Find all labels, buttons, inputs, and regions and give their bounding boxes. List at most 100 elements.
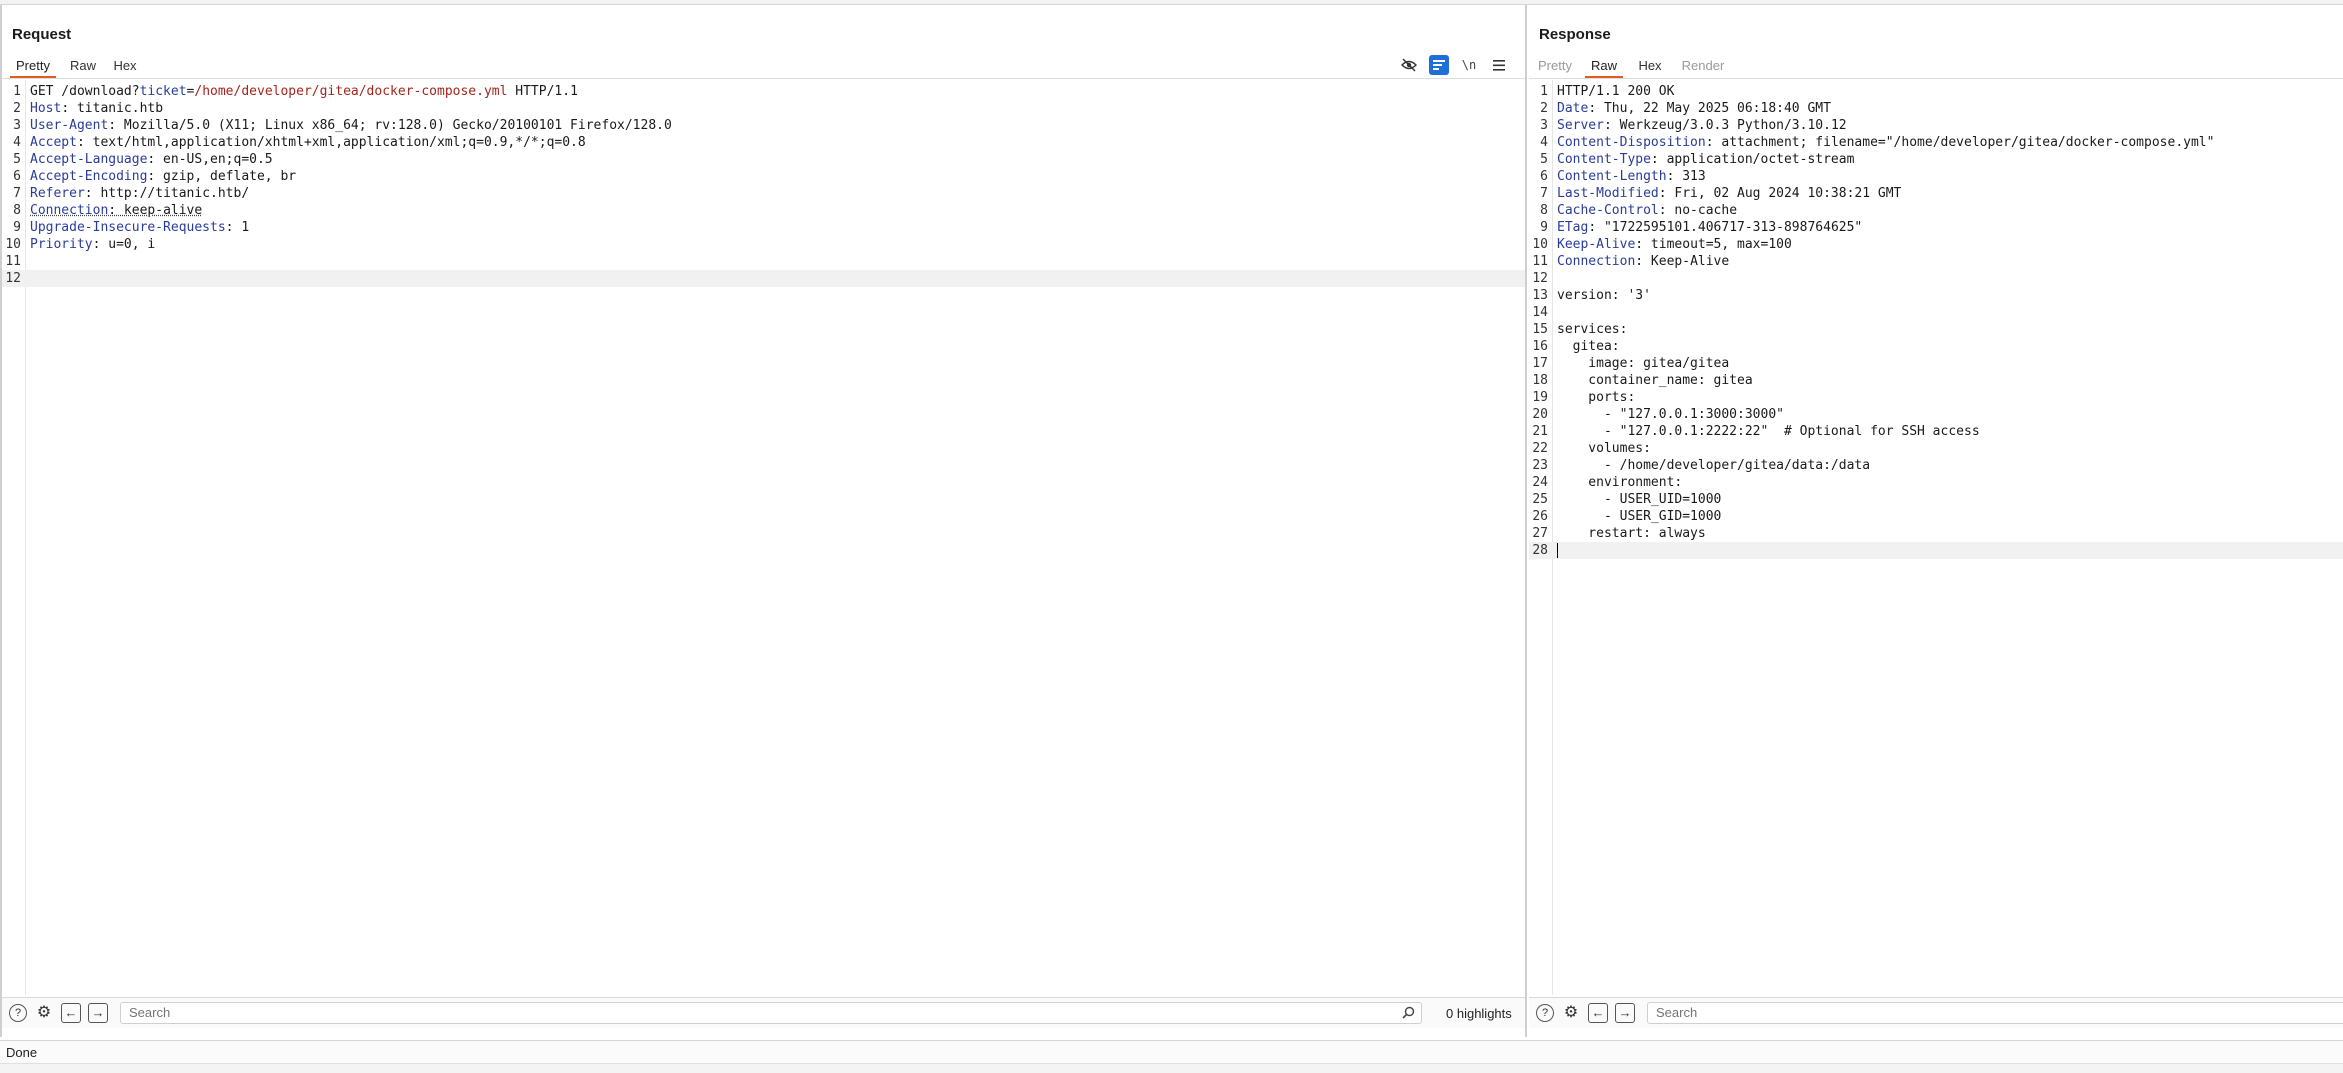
line-number: 13 bbox=[1532, 288, 1548, 303]
response-line[interactable]: 21 - "127.0.0.1:2222:22" # Optional for … bbox=[1529, 423, 2343, 440]
line-number: 26 bbox=[1532, 509, 1548, 524]
line-number: 8 bbox=[13, 203, 21, 218]
gear-icon[interactable]: ⚙ bbox=[35, 1004, 53, 1022]
line-number: 11 bbox=[1532, 254, 1548, 269]
line-number: 22 bbox=[1532, 441, 1548, 456]
request-search-input[interactable] bbox=[129, 1005, 1292, 1020]
line-number: 12 bbox=[5, 271, 21, 286]
response-line[interactable]: 8 Cache-Control: no-cache bbox=[1529, 202, 2343, 219]
request-editor[interactable]: 1 GET /download?ticket=/home/developer/gi… bbox=[2, 80, 1525, 995]
request-line[interactable]: 1 GET /download?ticket=/home/developer/gi… bbox=[2, 83, 1525, 100]
response-line[interactable]: 5 Content-Type: application/octet-stream bbox=[1529, 151, 2343, 168]
wrap-lines-icon[interactable] bbox=[1429, 55, 1449, 75]
response-line[interactable]: 9 ETag: "1722595101.406717-313-898764625" bbox=[1529, 219, 2343, 236]
response-line[interactable]: 17 image: gitea/gitea bbox=[1529, 355, 2343, 372]
response-search-box[interactable] bbox=[1647, 1002, 2343, 1024]
response-line[interactable]: 22 volumes: bbox=[1529, 440, 2343, 457]
response-editor[interactable]: 1 HTTP/1.1 200 OK 2 Date: Thu, 22 May 2025 … bbox=[1529, 80, 2343, 995]
request-line[interactable]: 9 Upgrade-Insecure-Requests: 1 bbox=[2, 219, 1525, 236]
response-line[interactable]: 10 Keep-Alive: timeout=5, max=100 bbox=[1529, 236, 2343, 253]
response-line[interactable]: 25 - USER_UID=1000 bbox=[1529, 491, 2343, 508]
help-icon[interactable]: ? bbox=[1536, 1004, 1554, 1022]
request-line[interactable]: 12 bbox=[2, 270, 1525, 287]
line-number: 1 bbox=[1540, 84, 1548, 99]
response-tab-hex[interactable]: Hex bbox=[1635, 54, 1665, 78]
line-number: 21 bbox=[1532, 424, 1548, 439]
line-text: - "127.0.0.1:3000:3000" bbox=[1557, 407, 1784, 422]
response-line[interactable]: 1 HTTP/1.1 200 OK bbox=[1529, 83, 2343, 100]
forward-arrow-icon[interactable]: → bbox=[88, 1003, 108, 1023]
request-search-box[interactable] bbox=[120, 1002, 1422, 1024]
line-text: - "127.0.0.1:2222:22" # Optional for SSH… bbox=[1557, 424, 1980, 439]
response-line[interactable]: 12 bbox=[1529, 270, 2343, 287]
request-tab-hex[interactable]: Hex bbox=[110, 54, 140, 78]
line-text: services: bbox=[1557, 322, 1628, 337]
response-line[interactable]: 2 Date: Thu, 22 May 2025 06:18:40 GMT bbox=[1529, 100, 2343, 117]
request-line[interactable]: 10 Priority: u=0, i bbox=[2, 236, 1525, 253]
request-tab-pretty[interactable]: Pretty bbox=[10, 54, 56, 78]
request-line[interactable]: 3 User-Agent: Mozilla/5.0 (X11; Linux x86… bbox=[2, 117, 1525, 134]
back-arrow-icon[interactable]: ← bbox=[61, 1003, 81, 1023]
request-tab-raw[interactable]: Raw bbox=[68, 54, 98, 78]
request-line[interactable]: 11 bbox=[2, 253, 1525, 270]
response-tab-pretty[interactable]: Pretty bbox=[1537, 54, 1573, 78]
response-line[interactable]: 16 gitea: bbox=[1529, 338, 2343, 355]
line-number: 2 bbox=[13, 101, 21, 116]
line-text: environment: bbox=[1557, 475, 1683, 490]
response-line[interactable]: 7 Last-Modified: Fri, 02 Aug 2024 10:38:2… bbox=[1529, 185, 2343, 202]
back-arrow-icon[interactable]: ← bbox=[1588, 1003, 1608, 1023]
response-search-input[interactable] bbox=[1656, 1005, 2277, 1020]
request-line[interactable]: 2 Host: titanic.htb bbox=[2, 100, 1525, 117]
request-line[interactable]: 4 Accept: text/html,application/xhtml+xml… bbox=[2, 134, 1525, 151]
response-line[interactable]: 13 version: '3' bbox=[1529, 287, 2343, 304]
response-line[interactable]: 4 Content-Disposition: attachment; filena… bbox=[1529, 134, 2343, 151]
response-pane: Response Pretty Raw Hex Render 1 HTTP/1.1… bbox=[1529, 5, 2343, 1037]
newline-toggle[interactable]: \n bbox=[1459, 55, 1479, 75]
line-text: volumes: bbox=[1557, 441, 1651, 456]
line-text: Host: titanic.htb bbox=[30, 101, 164, 116]
line-text: Priority: u=0, i bbox=[30, 237, 156, 252]
response-line[interactable]: 28 bbox=[1529, 542, 2343, 559]
response-title: Response bbox=[1539, 26, 1611, 43]
request-line[interactable]: 6 Accept-Encoding: gzip, deflate, br bbox=[2, 168, 1525, 185]
response-line[interactable]: 11 Connection: Keep-Alive bbox=[1529, 253, 2343, 270]
line-number: 6 bbox=[1540, 169, 1548, 184]
request-lines: 1 GET /download?ticket=/home/developer/gi… bbox=[2, 83, 1525, 287]
request-line[interactable]: 8 Connection: keep-alive bbox=[2, 202, 1525, 219]
request-line[interactable]: 5 Accept-Language: en-US,en;q=0.5 bbox=[2, 151, 1525, 168]
line-text: Date: Thu, 22 May 2025 06:18:40 GMT bbox=[1557, 101, 1831, 116]
response-tabs: Pretty Raw Hex Render bbox=[1537, 54, 1727, 78]
response-line[interactable]: 19 ports: bbox=[1529, 389, 2343, 406]
gear-icon[interactable]: ⚙ bbox=[1562, 1004, 1580, 1022]
line-number: 24 bbox=[1532, 475, 1548, 490]
response-line[interactable]: 26 - USER_GID=1000 bbox=[1529, 508, 2343, 525]
eye-off-icon[interactable] bbox=[1399, 55, 1419, 75]
response-line[interactable]: 23 - /home/developer/gitea/data:/data bbox=[1529, 457, 2343, 474]
response-tab-raw[interactable]: Raw bbox=[1585, 54, 1623, 78]
request-title: Request bbox=[12, 26, 72, 43]
line-text: Accept-Encoding: gzip, deflate, br bbox=[30, 169, 297, 184]
forward-arrow-icon[interactable]: → bbox=[1615, 1003, 1635, 1023]
response-line[interactable]: 27 restart: always bbox=[1529, 525, 2343, 542]
line-number: 8 bbox=[1540, 203, 1548, 218]
response-line[interactable]: 20 - "127.0.0.1:3000:3000" bbox=[1529, 406, 2343, 423]
response-line[interactable]: 18 container_name: gitea bbox=[1529, 372, 2343, 389]
line-number: 7 bbox=[13, 186, 21, 201]
help-icon[interactable]: ? bbox=[9, 1004, 27, 1022]
line-number: 20 bbox=[1532, 407, 1548, 422]
hamburger-menu-icon[interactable] bbox=[1489, 55, 1509, 75]
line-number: 7 bbox=[1540, 186, 1548, 201]
line-text: restart: always bbox=[1557, 526, 1706, 541]
response-line[interactable]: 14 bbox=[1529, 304, 2343, 321]
line-text: - USER_UID=1000 bbox=[1557, 492, 1722, 507]
line-number: 5 bbox=[1540, 152, 1548, 167]
response-tab-render[interactable]: Render bbox=[1679, 54, 1727, 78]
line-number: 1 bbox=[13, 84, 21, 99]
search-icon[interactable] bbox=[1402, 1005, 1415, 1025]
line-text: Keep-Alive: timeout=5, max=100 bbox=[1557, 237, 1792, 252]
response-line[interactable]: 6 Content-Length: 313 bbox=[1529, 168, 2343, 185]
response-line[interactable]: 3 Server: Werkzeug/3.0.3 Python/3.10.12 bbox=[1529, 117, 2343, 134]
request-line[interactable]: 7 Referer: http://titanic.htb/ bbox=[2, 185, 1525, 202]
response-line[interactable]: 24 environment: bbox=[1529, 474, 2343, 491]
response-line[interactable]: 15 services: bbox=[1529, 321, 2343, 338]
